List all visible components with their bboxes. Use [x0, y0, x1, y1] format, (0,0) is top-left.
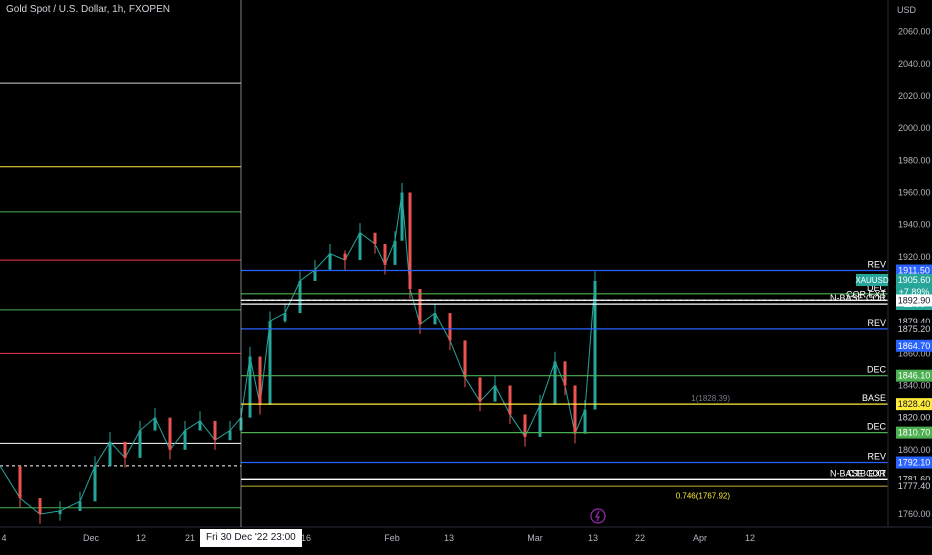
price-tick: 2040.00 [898, 59, 931, 69]
price-tag-text: 1792.10 [898, 458, 931, 468]
chart-area[interactable]: REV DEC COR EXT N-BASE COR REV DEC BASE DEC REV N… [0, 0, 932, 550]
time-tick: 16 [301, 533, 311, 543]
fib-label: 1(1828.39) [691, 394, 730, 403]
price-chart[interactable]: REVDECCOR EXTN-BASE CORREVDECBASEDECREVN… [0, 0, 932, 550]
candle-body [493, 385, 497, 402]
price-tick: 1960.00 [898, 188, 931, 198]
candle-body [408, 192, 412, 290]
candle-body [18, 465, 22, 499]
candle-body [198, 420, 202, 431]
candle-body [508, 385, 512, 415]
symbol-title: Gold Spot / U.S. Dollar, 1h, FXOPEN [6, 4, 170, 15]
candle-body [448, 313, 452, 341]
candle-body [563, 361, 567, 386]
level-label: REV [867, 318, 886, 328]
candle-body [298, 280, 302, 314]
time-tick: 21 [185, 533, 195, 543]
price-tick: 1840.00 [898, 380, 931, 390]
time-tick: Dec [83, 533, 100, 543]
price-tag-text: 1846.10 [898, 371, 931, 381]
level-label: N-BASE COR [830, 293, 887, 303]
fib-label: 0.746(1767.92) [676, 491, 731, 500]
lightning-bolt [595, 510, 600, 522]
candle-body [553, 361, 557, 405]
candle-body [213, 420, 217, 441]
price-tag-text: 1875.20 [898, 324, 931, 334]
time-tick: 13 [444, 533, 454, 543]
level-label: DEC [867, 422, 887, 432]
time-tick: Mar [527, 533, 543, 543]
price-tick: 1800.00 [898, 445, 931, 455]
candle-body [138, 430, 142, 458]
price-tag-text: 1828.40 [898, 399, 931, 409]
candle-body [583, 409, 587, 434]
candle-body [78, 501, 82, 511]
price-tick: 2060.00 [898, 27, 931, 37]
candle-body [358, 232, 362, 261]
candle-body [93, 465, 97, 502]
level-label: BASE [862, 393, 886, 403]
price-tag-text: 1810.70 [898, 428, 931, 438]
candle-body [400, 192, 404, 241]
candle-body [153, 417, 157, 431]
candle-body [248, 356, 252, 418]
price-tick: 2000.00 [898, 123, 931, 133]
time-tick: Apr [693, 533, 707, 543]
candle-body [433, 313, 437, 325]
candle-body [108, 441, 112, 466]
candle-body [328, 253, 332, 270]
candle-body [228, 430, 232, 441]
candle-body [478, 377, 482, 402]
candle-body [313, 269, 317, 281]
level-label: REV [867, 260, 886, 270]
currency-label: USD [897, 5, 917, 15]
candle-body [373, 232, 377, 244]
candle-body [383, 243, 387, 265]
candle-body [523, 414, 527, 437]
candle-body [393, 240, 397, 265]
candle-body [258, 356, 262, 405]
price-tick: 1920.00 [898, 252, 931, 262]
price-tag-text: 1892.90 [898, 295, 931, 305]
price-tick: 1980.00 [898, 155, 931, 165]
candle-body [183, 430, 187, 450]
candle-body [463, 340, 467, 378]
lightning-icon [590, 508, 606, 524]
candle-body [38, 498, 42, 515]
price-tag-text: 1820.00 [898, 413, 931, 423]
price-tag-text: 1864.70 [898, 341, 931, 351]
candle-body [343, 253, 347, 261]
level-label: REV [867, 452, 886, 462]
price-tick: 2020.00 [898, 91, 931, 101]
time-tick: 12 [745, 533, 755, 543]
candle-body [123, 441, 127, 458]
symbol-tag-text: XAUUSD [855, 276, 889, 285]
candle-body [268, 321, 272, 405]
level-label: CTB EXT [848, 468, 887, 478]
price-tick: 1940.00 [898, 220, 931, 230]
time-tick: Feb [384, 533, 400, 543]
candle-body [58, 510, 62, 515]
price-tag-text: 1777.40 [898, 481, 931, 491]
candle-body [168, 417, 172, 450]
time-tick: 4 [1, 533, 6, 543]
time-tick: 22 [635, 533, 645, 543]
price-tag-text: 1905.60 [898, 275, 931, 285]
candle-body [573, 385, 577, 434]
crosshair-time-label: Fri 30 Dec '22 23:00 [200, 529, 302, 547]
time-tick: 12 [136, 533, 146, 543]
price-tick: 1760.00 [898, 509, 931, 519]
candle-body [283, 313, 287, 322]
time-tick: 13 [588, 533, 598, 543]
level-label: DEC [867, 365, 887, 375]
